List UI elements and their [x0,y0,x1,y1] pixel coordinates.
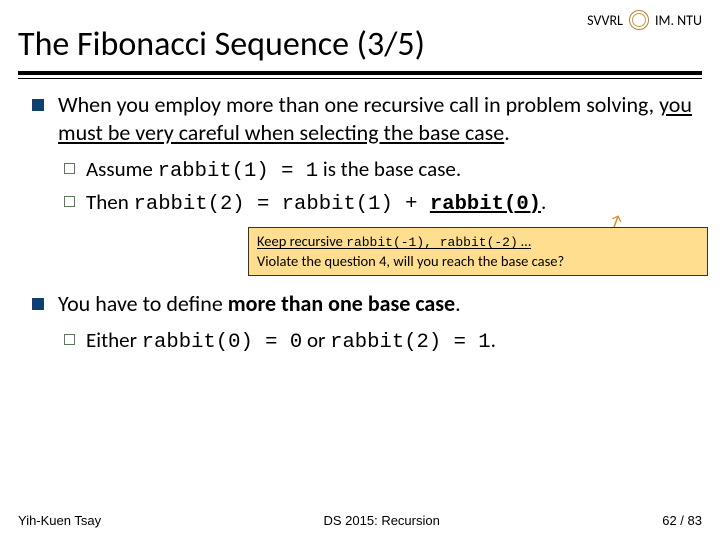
callout-wrap: ↗ Keep recursive rabbit(-1), rabbit(-2) … [58,227,692,275]
bullet-2-pre: You have to define [58,290,228,317]
bullet-1-1-pre: Assume [86,156,158,182]
bullet-2-1-code1: rabbit(0) = 0 [142,331,303,354]
header-labels: SVVRL IM. NTU [587,10,702,30]
bullet-2-1: Either rabbit(0) = 0 or rabbit(2) = 1. [58,327,692,356]
bullet-2-1-mid: or [302,327,330,353]
footer-author: Yih-Kuen Tsay [18,513,101,528]
bullet-1-1-code: rabbit(1) = 1 [158,160,319,183]
slide-content: When you employ more than one recursive … [0,79,720,356]
bullet-1-2-code1: rabbit(2) = rabbit(1) + [134,193,430,216]
university-seal-icon [629,10,649,30]
header-im-ntu: IM. NTU [655,12,702,29]
bullet-1-text-post: . [504,119,510,146]
footer-course: DS 2015: Recursion [324,513,440,528]
callout-line-1b: … [518,232,531,250]
bullet-1-2-pre: Then [86,189,134,215]
bullet-2: You have to define more than one base ca… [28,290,692,356]
header-svvrl: SVVRL [587,12,623,29]
bullet-2-1-post: . [491,327,496,353]
title-rule [18,71,702,79]
bullet-1-2-post: . [541,189,546,215]
bullet-2-bold: more than one base case [228,290,455,317]
slide-footer: Yih-Kuen Tsay DS 2015: Recursion 62 / 83 [0,513,720,528]
callout-line-2: Violate the question 4, will you reach t… [257,252,699,270]
bullet-1-2-code2: rabbit(0) [430,193,541,216]
bullet-2-1-pre: Either [86,327,142,353]
bullet-2-post: . [455,290,461,317]
bullet-1-1-post: is the base case. [318,156,461,182]
callout-line-1-code: rabbit(-1), rabbit(-2) [346,235,518,250]
bullet-1-2: Then rabbit(2) = rabbit(1) + rabbit(0). [58,189,692,218]
callout-line-2a: Violate the question 4, [257,252,393,270]
bullet-1: When you employ more than one recursive … [28,91,692,276]
slide-header: SVVRL IM. NTU The Fibonacci Sequence (3/… [0,0,720,79]
footer-page: 62 / 83 [662,513,702,528]
callout-line-1: Keep recursive rabbit(-1), rabbit(-2) … [257,232,699,251]
callout-box: Keep recursive rabbit(-1), rabbit(-2) … … [248,227,708,275]
callout-line-2b: will you reach the base case? [393,252,564,270]
bullet-1-text-pre: When you employ more than one recursive … [58,91,659,118]
bullet-1-1: Assume rabbit(1) = 1 is the base case. [58,156,692,185]
slide-title: The Fibonacci Sequence (3/5) [18,24,702,65]
bullet-2-1-code2: rabbit(2) = 1 [330,331,491,354]
callout-line-1a: Keep recursive [257,232,346,250]
